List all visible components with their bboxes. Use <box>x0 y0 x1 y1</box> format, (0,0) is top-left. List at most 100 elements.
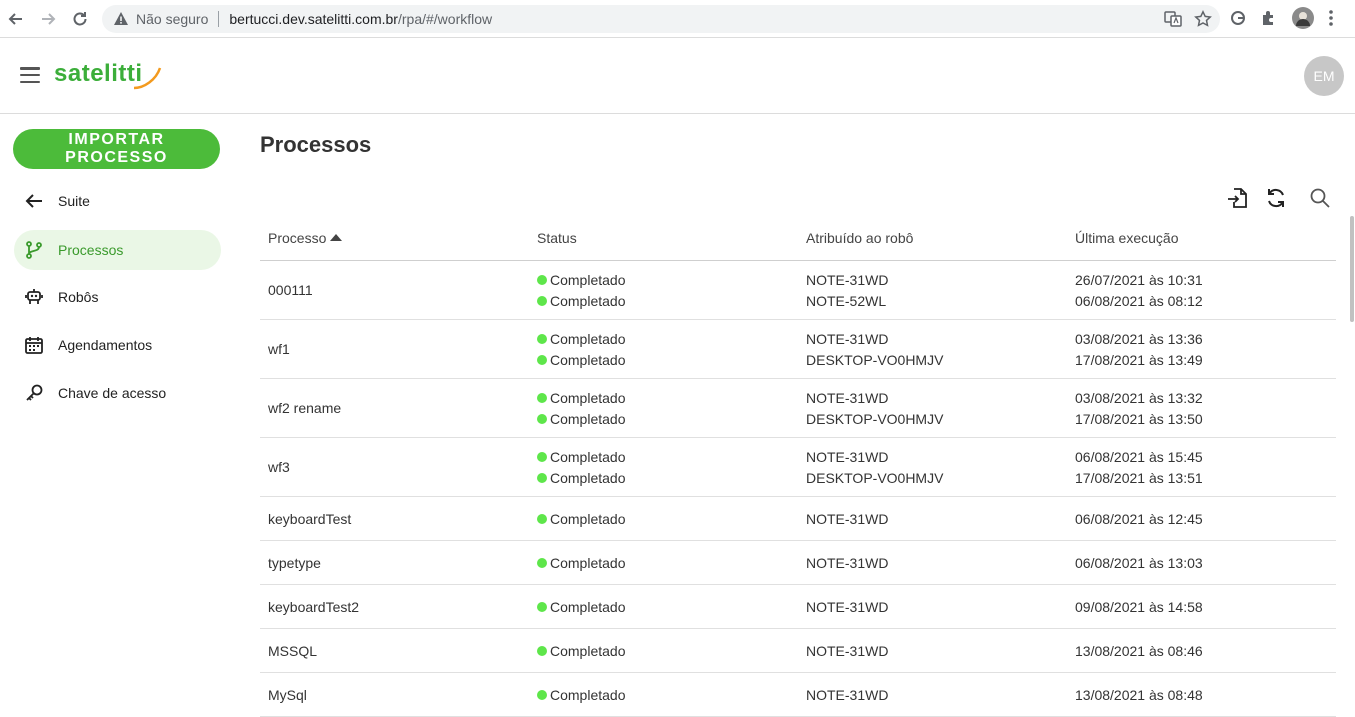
status-badge: Completado <box>537 599 798 615</box>
refresh-icon <box>1268 188 1284 208</box>
extension-g-icon[interactable] <box>1230 10 1246 31</box>
status-badge: Completado <box>537 390 798 406</box>
table-row[interactable]: MySql Completado NOTE-31WD 13/08/2021 às 08… <box>260 673 1336 717</box>
address-bar[interactable]: Não seguro bertucci.dev.satelitti.com.br… <box>102 5 1220 33</box>
robot-cell: NOTE-31WD DESKTOP-VO0HMJV <box>798 449 1067 486</box>
reload-button[interactable] <box>68 7 92 31</box>
column-header-processo[interactable]: Processo <box>260 230 529 246</box>
refresh-button[interactable] <box>1264 186 1288 210</box>
status-cell: Completado <box>529 555 798 571</box>
robot-cell: NOTE-31WD <box>798 599 1067 615</box>
search-button[interactable] <box>1308 186 1332 210</box>
branch-icon <box>23 239 45 261</box>
sidebar-item-chave-de-acesso[interactable]: Chave de acesso <box>14 373 221 413</box>
bookmark-star-icon[interactable] <box>1194 10 1212 31</box>
sort-asc-icon[interactable] <box>330 234 343 241</box>
process-name: keyboardTest2 <box>268 598 360 615</box>
status-text: Completado <box>550 642 626 659</box>
table-row[interactable]: 000111 Completado Completado NOTE-31WD NOTE-… <box>260 261 1336 320</box>
status-badge: Completado <box>537 411 798 427</box>
table-header: Processo Status Atribuído ao robô Última… <box>260 216 1336 261</box>
last-run-date: 03/08/2021 às 13:32 <box>1075 389 1203 406</box>
column-header-last-run[interactable]: Última execução <box>1067 230 1336 246</box>
status-badge: Completado <box>537 511 798 527</box>
robot-name: DESKTOP-VO0HMJV <box>806 410 944 427</box>
robot-name: DESKTOP-VO0HMJV <box>806 351 944 368</box>
status-text: Completado <box>550 686 626 703</box>
last-run-cell: 06/08/2021 às 13:03 <box>1067 555 1336 571</box>
status-dot-icon <box>537 413 547 424</box>
robot-cell: NOTE-31WD NOTE-52WL <box>798 272 1067 309</box>
import-process-button[interactable]: IMPORTAR PROCESSO <box>13 129 220 169</box>
status-badge: Completado <box>537 293 798 309</box>
status-cell: Completado <box>529 643 798 659</box>
table-row[interactable]: wf3 Completado Completado NOTE-31WD DESKTOP-… <box>260 438 1336 497</box>
table-row[interactable]: keyboardTest Completado NOTE-31WD 06/08/202… <box>260 497 1336 541</box>
logo-text: satelitti <box>54 60 143 87</box>
sidebar-item-suite[interactable]: Suite <box>14 181 221 221</box>
status-text: Completado <box>550 469 626 486</box>
column-header-status[interactable]: Status <box>529 230 798 246</box>
robot-name: NOTE-52WL <box>806 292 887 309</box>
sidebar-item-label: Agendamentos <box>58 337 153 353</box>
sidebar-item-processos[interactable]: Processos <box>14 230 221 270</box>
status-text: Completado <box>550 448 626 465</box>
table-row[interactable]: wf1 Completado Completado NOTE-31WD DESKTOP-… <box>260 320 1336 379</box>
status-text: Completado <box>550 410 626 427</box>
status-cell: Completado <box>529 599 798 615</box>
menu-icon[interactable] <box>20 67 40 83</box>
profile-avatar-icon[interactable] <box>1292 7 1314 34</box>
kebab-menu-icon[interactable] <box>1328 9 1334 32</box>
table-row[interactable]: MSSQL Completado NOTE-31WD 13/08/2021 às 08… <box>260 629 1336 673</box>
last-run-cell: 03/08/2021 às 13:32 17/08/2021 às 13:50 <box>1067 390 1336 427</box>
arrow-left-icon <box>8 13 22 25</box>
import-file-button[interactable] <box>1225 186 1249 210</box>
status-badge: Completado <box>537 643 798 659</box>
table-row[interactable]: keyboardTest2 Completado NOTE-31WD 09/08/20… <box>260 585 1336 629</box>
sidebar-item-label: Suite <box>58 193 90 209</box>
robot-cell: NOTE-31WD <box>798 687 1067 703</box>
column-header-robot[interactable]: Atribuído ao robô <box>798 230 1067 246</box>
page-title: Processos <box>260 132 372 157</box>
status-cell: Completado <box>529 687 798 703</box>
forward-button[interactable] <box>36 7 60 31</box>
robot-name: NOTE-31WD <box>806 686 889 703</box>
status-cell: Completado <box>529 511 798 527</box>
robot-name: DESKTOP-VO0HMJV <box>806 469 944 486</box>
table-row[interactable]: wf2 rename Completado Completado NOTE-31WD D… <box>260 379 1336 438</box>
last-run-date: 17/08/2021 às 13:51 <box>1075 469 1203 486</box>
table-row[interactable]: typetype Completado NOTE-31WD 06/08/2021 às… <box>260 541 1336 585</box>
last-run-date: 06/08/2021 às 08:12 <box>1075 292 1203 309</box>
app-header: satelitti EM <box>0 38 1355 114</box>
sidebar-item-agendamentos[interactable]: Agendamentos <box>14 325 221 365</box>
arrow-left-icon <box>23 190 45 212</box>
back-button[interactable] <box>4 7 28 31</box>
status-dot-icon <box>537 451 547 462</box>
last-run-cell: 09/08/2021 às 14:58 <box>1067 599 1336 615</box>
robot-cell: NOTE-31WD DESKTOP-VO0HMJV <box>798 331 1067 368</box>
last-run-cell: 13/08/2021 às 08:46 <box>1067 643 1336 659</box>
extensions-puzzle-icon[interactable] <box>1260 9 1278 32</box>
sidebar-item-robos[interactable]: Robôs <box>14 277 221 317</box>
user-avatar[interactable]: EM <box>1304 56 1344 96</box>
sidebar-item-label: Processos <box>58 242 124 258</box>
arrow-right-icon <box>42 13 56 25</box>
last-run-date: 06/08/2021 às 13:03 <box>1075 554 1203 571</box>
status-dot-icon <box>537 392 547 403</box>
last-run-date: 17/08/2021 às 13:49 <box>1075 351 1203 368</box>
status-text: Completado <box>550 330 626 347</box>
robot-name: NOTE-31WD <box>806 642 889 659</box>
status-text: Completado <box>550 389 626 406</box>
status-dot-icon <box>537 689 547 700</box>
robot-name: NOTE-31WD <box>806 330 889 347</box>
translate-icon[interactable] <box>1164 10 1182 31</box>
robot-cell: NOTE-31WD <box>798 511 1067 527</box>
status-dot-icon <box>537 645 547 656</box>
insecure-label[interactable]: Não seguro <box>136 11 208 27</box>
robot-icon <box>23 286 45 308</box>
status-dot-icon <box>537 354 547 365</box>
browser-toolbar: Não seguro bertucci.dev.satelitti.com.br… <box>0 0 1355 38</box>
warning-icon <box>112 10 130 28</box>
robot-name: NOTE-31WD <box>806 448 889 465</box>
page-scrollbar[interactable] <box>1350 216 1354 322</box>
